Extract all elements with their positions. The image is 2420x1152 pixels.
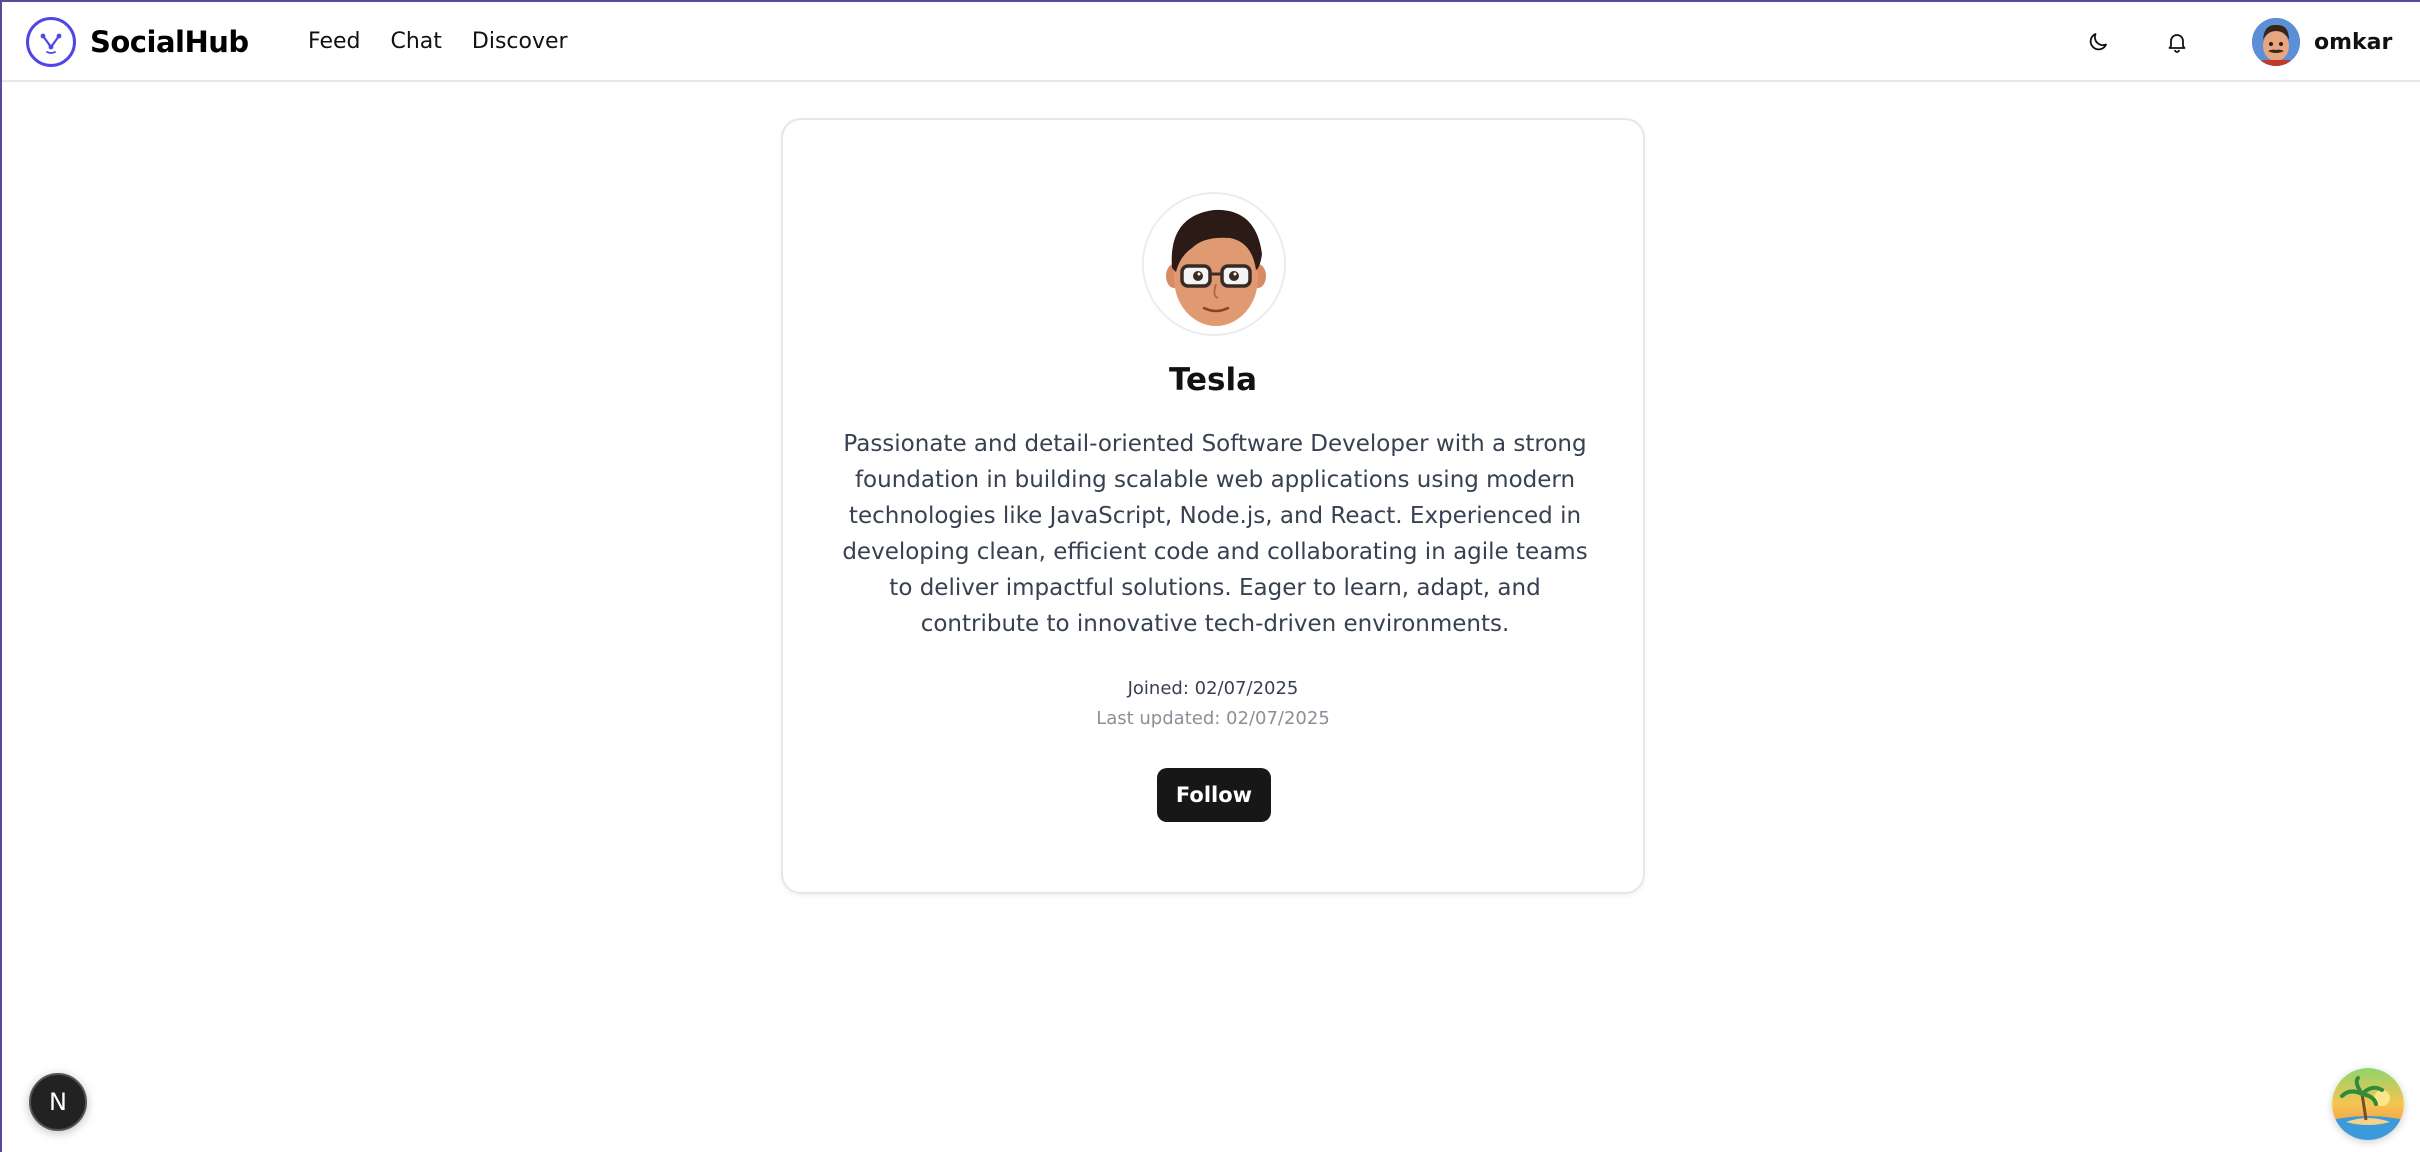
last-updated-date: Last updated: 02/07/2025 (1096, 708, 1330, 729)
joined-date: Joined: 02/07/2025 (1127, 678, 1299, 699)
profile-avatar (1142, 192, 1286, 336)
profile-name: Tesla (1168, 362, 1258, 398)
theme-toggle-button[interactable] (2080, 24, 2116, 60)
next-dev-indicator-button[interactable]: N (29, 1073, 87, 1131)
bell-icon (2168, 34, 2186, 53)
notifications-button[interactable] (2159, 24, 2195, 60)
user-name: omkar (2314, 29, 2393, 55)
palm-tree-icon[interactable] (2332, 1068, 2404, 1140)
user-menu[interactable]: omkar (2252, 17, 2392, 67)
nav-link-feed[interactable]: Feed (308, 24, 361, 60)
brand-name: SocialHub (90, 25, 249, 59)
profile-card: Tesla Passionate and detail-oriented Sof… (781, 118, 1645, 894)
moon-icon (2089, 33, 2107, 51)
nav-link-chat[interactable]: Chat (391, 24, 442, 60)
nav-link-discover[interactable]: Discover (472, 24, 568, 60)
avatar (2252, 18, 2300, 66)
top-navbar: SocialHub Feed Chat Discover omkar (2, 2, 2420, 82)
brand-logo-icon (26, 17, 76, 67)
follow-button[interactable]: Follow (1157, 768, 1271, 822)
brand[interactable]: SocialHub (26, 17, 249, 67)
main-nav: Feed Chat Discover (308, 24, 598, 60)
profile-bio: Passionate and detail-oriented Software … (842, 431, 1588, 637)
